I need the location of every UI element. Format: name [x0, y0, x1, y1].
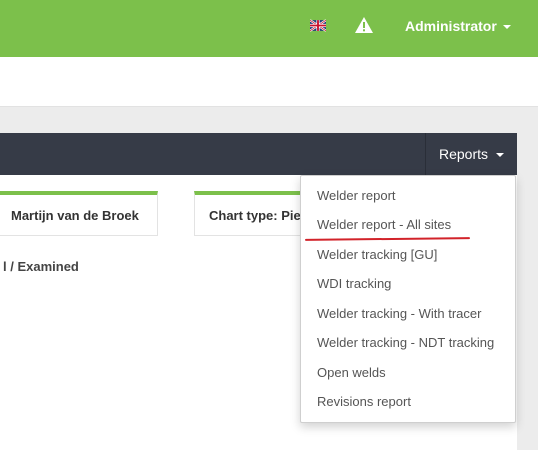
user-name-label: Administrator: [405, 18, 497, 34]
menu-item-welder-report-all-sites[interactable]: Welder report - All sites: [317, 217, 451, 232]
menu-item-open-welds[interactable]: Open welds: [317, 365, 386, 380]
reports-label: Reports: [438, 146, 489, 162]
uk-flag-icon[interactable]: [310, 19, 326, 32]
top-navbar: Administrator: [0, 0, 538, 57]
menu-item-welder-tracking-with-tracer[interactable]: Welder tracking - With tracer: [317, 306, 481, 321]
reports-dropdown-menu: Welder report Welder report - All sites …: [300, 175, 516, 423]
welder-name-label: Martijn van de Broek: [11, 208, 139, 223]
chart-type-label: Chart type: Pie: [209, 208, 301, 223]
chart-type-tile[interactable]: Chart type: Pie: [194, 191, 314, 236]
menu-item-welder-tracking-ndt[interactable]: Welder tracking - NDT tracking: [317, 335, 494, 350]
warning-icon[interactable]: [354, 16, 374, 34]
reports-dropdown-button[interactable]: Reports: [425, 133, 517, 175]
examined-label: l / Examined: [3, 259, 79, 274]
menu-item-revisions-report[interactable]: Revisions report: [317, 394, 411, 409]
menu-item-welder-report[interactable]: Welder report: [317, 188, 396, 203]
welder-name-tile: Martijn van de Broek: [0, 191, 158, 236]
menu-item-wdi-tracking[interactable]: WDI tracking: [317, 276, 391, 291]
chevron-down-icon: [502, 25, 511, 29]
sub-header: [0, 57, 538, 107]
menu-item-welder-tracking-gu[interactable]: Welder tracking [GU]: [317, 247, 437, 262]
user-menu-button[interactable]: Administrator: [405, 18, 511, 34]
chevron-down-icon: [496, 153, 505, 157]
